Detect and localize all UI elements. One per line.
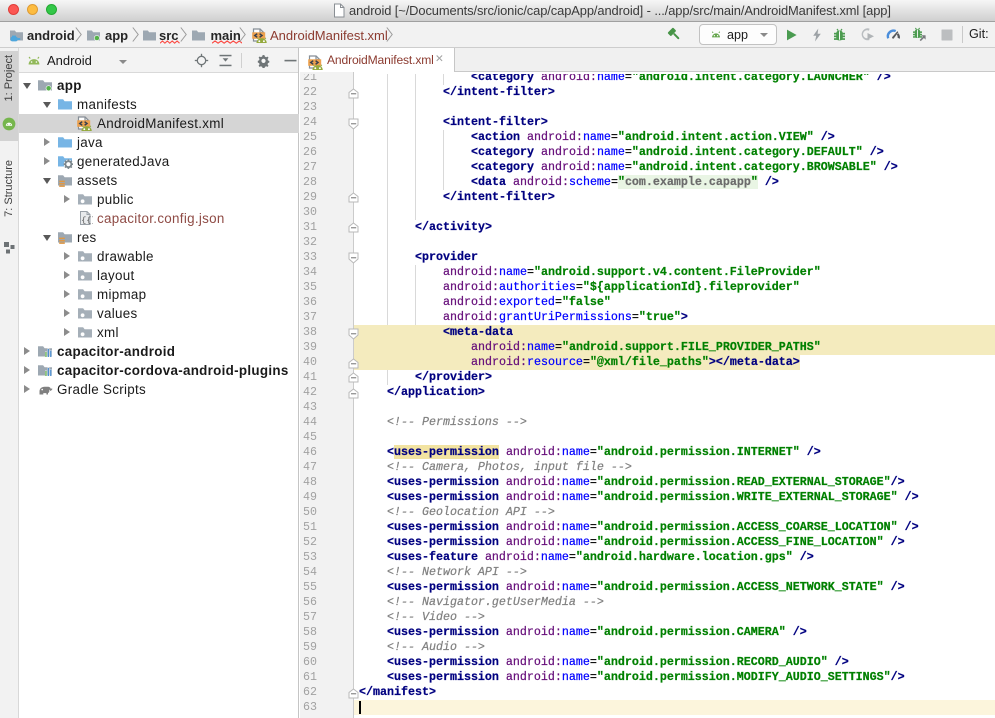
svg-text:{{}}: {{}}: [81, 215, 93, 225]
